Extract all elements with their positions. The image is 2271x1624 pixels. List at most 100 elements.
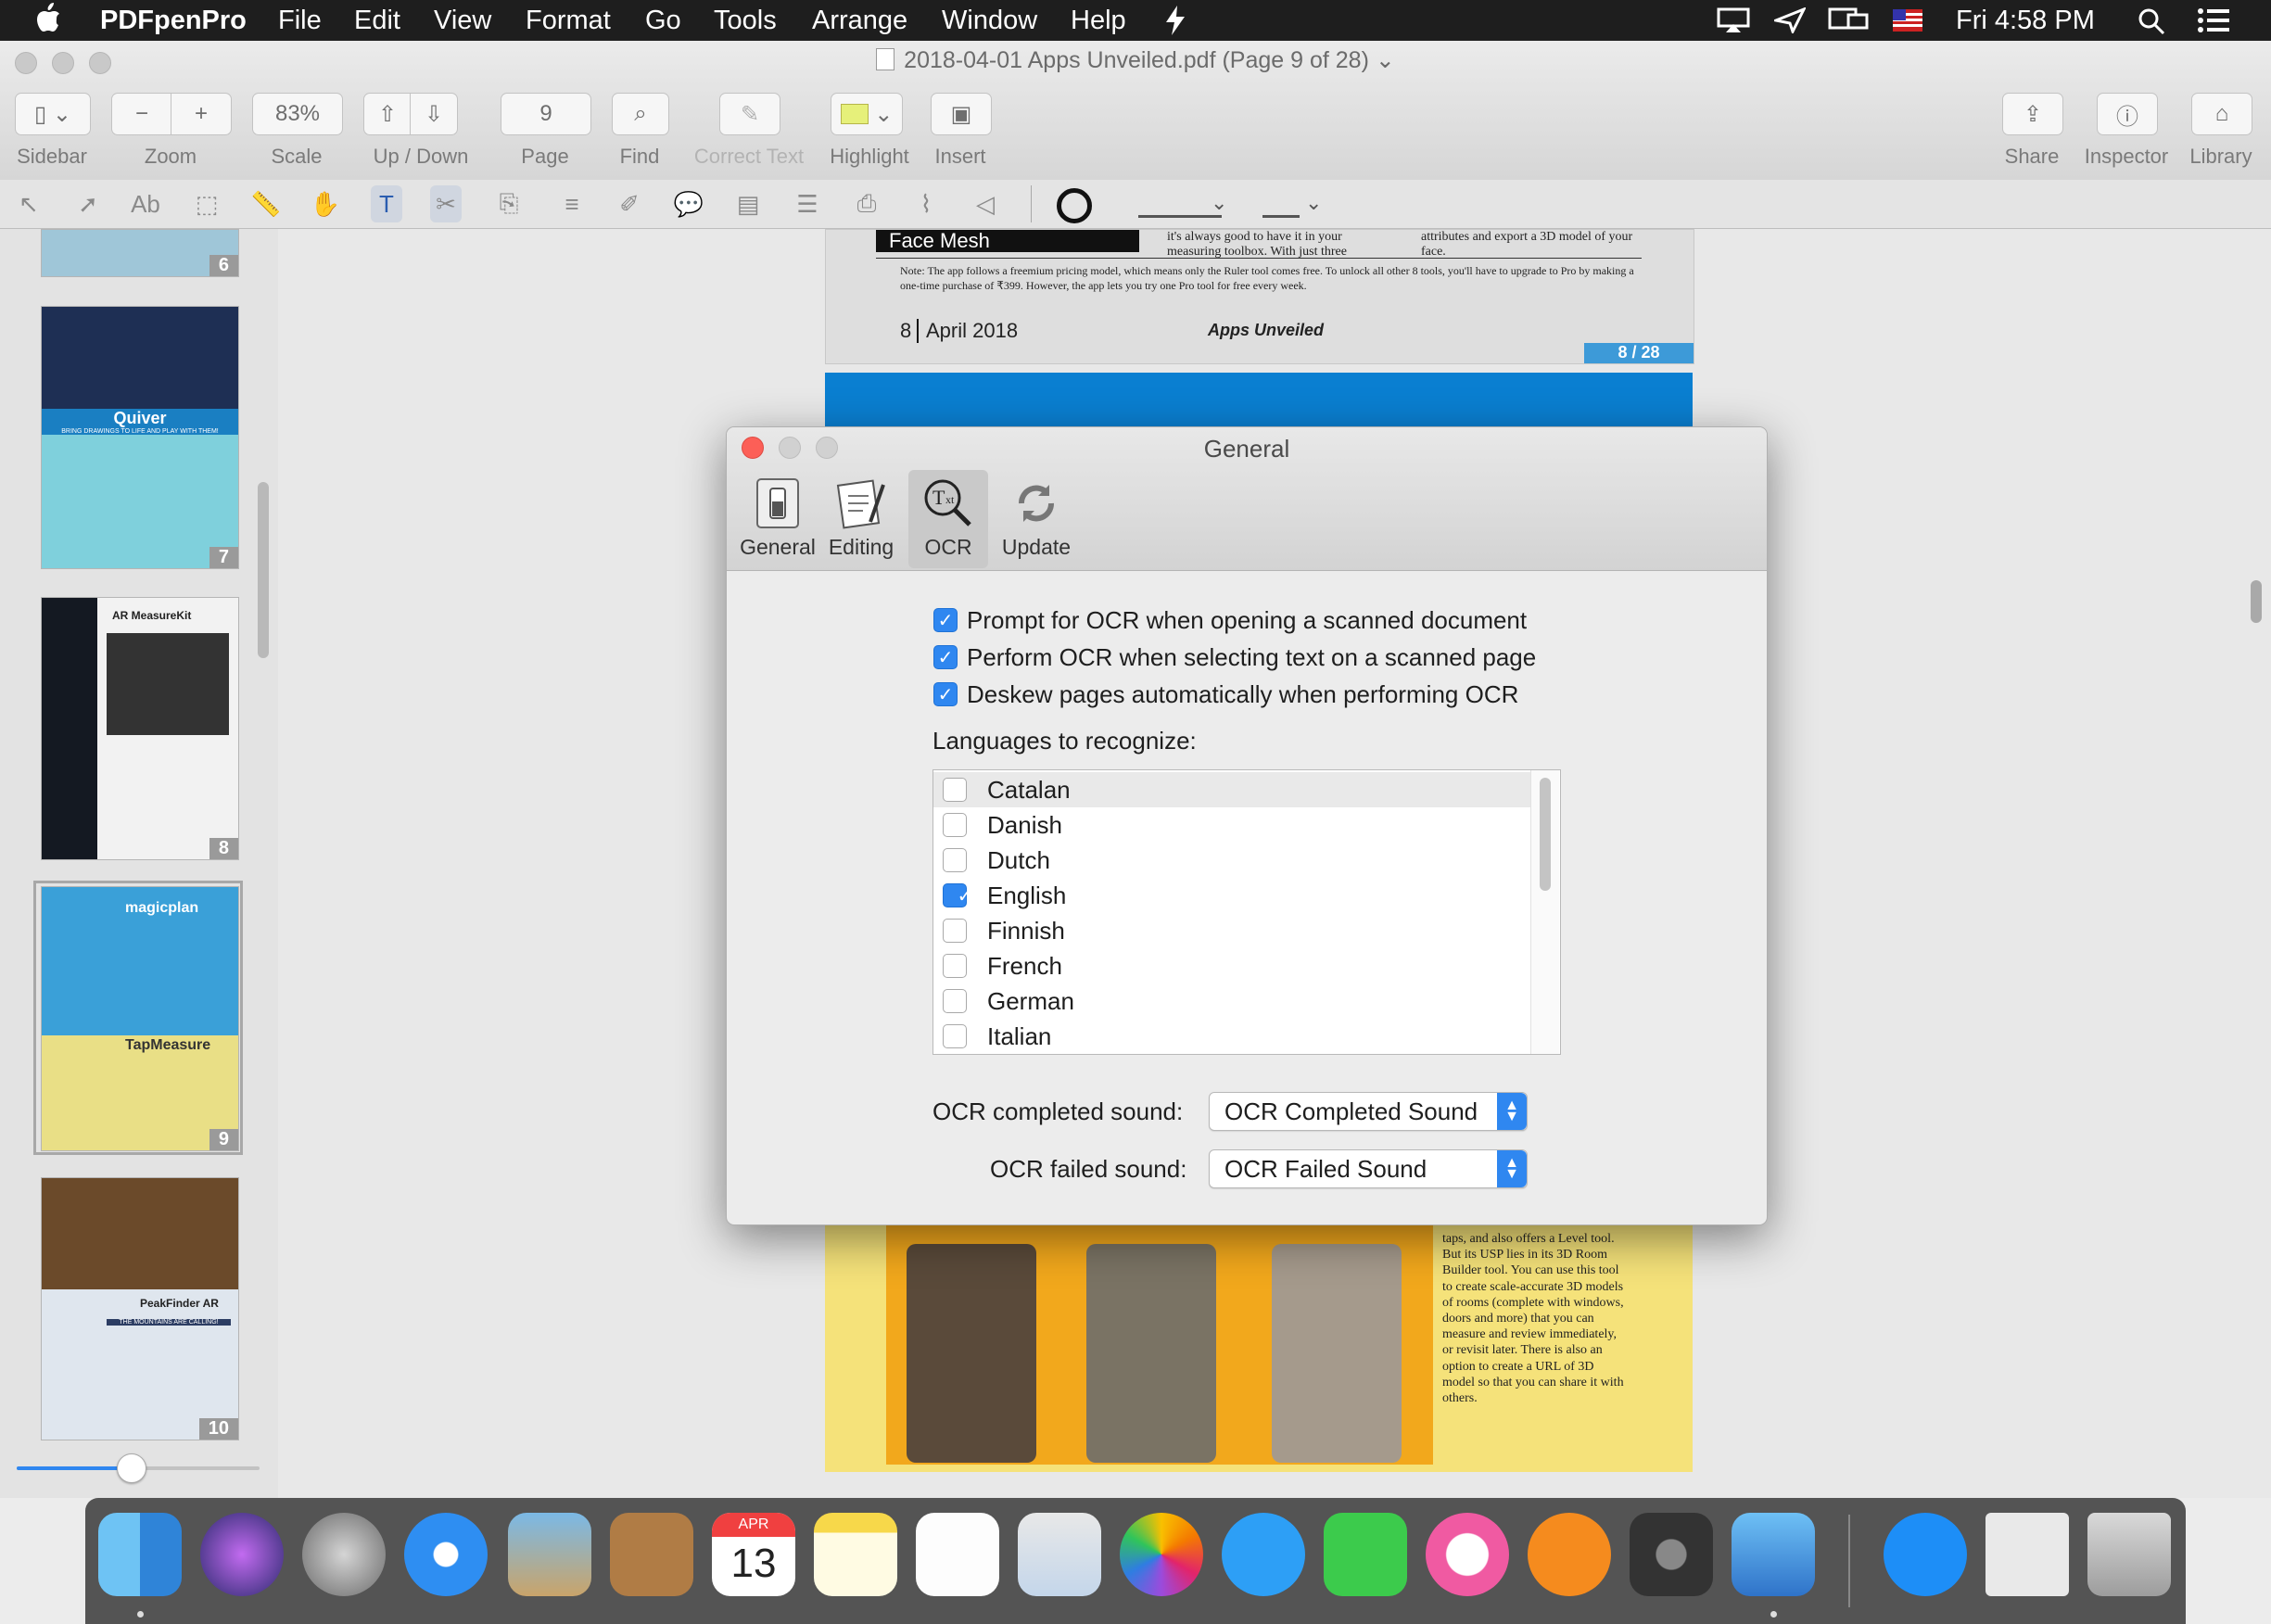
menu-tools[interactable]: Tools xyxy=(714,4,777,37)
system-preferences-icon[interactable] xyxy=(1630,1513,1713,1596)
insert-button[interactable]: ▣ xyxy=(931,93,992,135)
perform-ocr-checkbox[interactable]: ✓ xyxy=(933,645,958,669)
language-checkbox[interactable] xyxy=(943,989,967,1013)
app-menu[interactable]: PDFpenPro xyxy=(100,4,247,37)
list-item[interactable]: ✓ English xyxy=(933,878,1530,913)
sidebar-scrollbar[interactable] xyxy=(258,482,269,658)
list-item[interactable]: Italian xyxy=(933,1019,1530,1054)
line-width-control[interactable] xyxy=(1138,195,1222,218)
language-checkbox[interactable] xyxy=(943,1024,967,1048)
library-button[interactable]: ⌂ xyxy=(2191,93,2252,135)
text-select-tool-icon[interactable]: Ab xyxy=(130,185,161,222)
deskew-label[interactable]: Deskew pages automatically when performi… xyxy=(967,680,1518,709)
spotlight-search-icon[interactable] xyxy=(2138,7,2165,35)
sound-tool-icon[interactable]: ◁ xyxy=(970,185,1001,222)
pen-tool-icon[interactable]: ✐ xyxy=(614,185,645,222)
find-button[interactable]: ⌕ xyxy=(612,93,669,135)
text-box-tool-icon[interactable]: ≡ xyxy=(556,185,588,222)
list-tool-icon[interactable]: ☰ xyxy=(792,185,823,222)
list-item[interactable]: German xyxy=(933,983,1530,1019)
finder-icon[interactable] xyxy=(98,1513,182,1596)
page-thumbnail[interactable]: magicplan TapMeasure 9 xyxy=(41,886,239,1151)
trash-icon[interactable] xyxy=(2087,1513,2171,1596)
inspector-button[interactable]: ⓘ xyxy=(2097,93,2158,135)
attachment-tool-icon[interactable]: ⌇ xyxy=(910,185,942,222)
sidebar-toggle-button[interactable]: ▯ ⌄ xyxy=(15,93,91,135)
tab-general[interactable]: General xyxy=(736,470,819,568)
safari-icon[interactable] xyxy=(404,1513,488,1596)
us-flag-icon[interactable] xyxy=(1893,9,1922,32)
completed-sound-popup[interactable]: OCR Completed Sound ▲ ▼ xyxy=(1209,1092,1528,1131)
page-up-button[interactable]: ⇧ xyxy=(363,93,412,135)
language-checkbox[interactable]: ✓ xyxy=(943,883,972,907)
menu-file[interactable]: File xyxy=(278,4,322,37)
scale-field[interactable]: 83% xyxy=(252,93,343,135)
menu-go[interactable]: Go xyxy=(645,4,681,37)
signature-tool-icon[interactable]: ⎙ xyxy=(851,185,882,222)
language-checkbox[interactable] xyxy=(943,954,967,978)
page-down-button[interactable]: ⇩ xyxy=(410,93,458,135)
language-checkbox[interactable] xyxy=(943,778,967,802)
hand-tool-icon[interactable]: ✋ xyxy=(310,185,341,222)
comment-tool-icon[interactable]: 💬 xyxy=(673,185,704,222)
deskew-checkbox[interactable]: ✓ xyxy=(933,682,958,706)
perform-ocr-label[interactable]: Perform OCR when selecting text on a sca… xyxy=(967,643,1536,672)
list-item[interactable]: Dutch xyxy=(933,843,1530,878)
language-checkbox[interactable] xyxy=(943,848,967,872)
page-thumbnail[interactable]: Quiver BRING DRAWINGS TO LIFE AND PLAY W… xyxy=(41,306,239,569)
page-thumbnail[interactable]: AR MeasureKit 8 xyxy=(41,597,239,860)
menu-edit[interactable]: Edit xyxy=(354,4,400,37)
reminders-icon[interactable] xyxy=(916,1513,999,1596)
list-item[interactable]: Finnish xyxy=(933,913,1530,948)
language-checkbox[interactable] xyxy=(943,919,967,943)
itunes-icon[interactable] xyxy=(1426,1513,1509,1596)
notification-center-icon[interactable] xyxy=(2197,7,2230,33)
script-icon[interactable] xyxy=(1164,6,1186,35)
calendar-icon[interactable]: APR 13 xyxy=(712,1513,795,1596)
prompt-ocr-checkbox[interactable]: ✓ xyxy=(933,608,958,632)
list-item[interactable]: Catalan xyxy=(933,772,1530,807)
window-title[interactable]: 2018-04-01 Apps Unveiled.pdf (Page 9 of … xyxy=(0,46,2271,74)
location-icon[interactable] xyxy=(1774,7,1806,33)
languages-list[interactable]: Catalan Danish Dutch ✓ English Finnish Fr… xyxy=(933,769,1561,1055)
select-tool-icon[interactable]: ↖ xyxy=(13,185,44,222)
apple-icon[interactable] xyxy=(35,2,61,33)
slider-knob[interactable] xyxy=(117,1453,146,1483)
line-style-control[interactable] xyxy=(1262,195,1300,218)
ruler-tool-icon[interactable]: 📏 xyxy=(250,185,282,222)
menu-help[interactable]: Help xyxy=(1071,4,1126,37)
maps-icon[interactable] xyxy=(1018,1513,1101,1596)
list-scrollbar-thumb[interactable] xyxy=(1540,778,1551,891)
highlight-button[interactable]: ⌄ xyxy=(831,93,903,135)
pdf-page-9[interactable]: taps, and also offers a Level tool. But … xyxy=(825,1222,1693,1472)
list-scrollbar-track[interactable] xyxy=(1530,770,1559,1054)
correct-text-button[interactable]: ✎ xyxy=(719,93,780,135)
menu-window[interactable]: Window xyxy=(942,4,1037,37)
form-field-tool-icon[interactable]: ▤ xyxy=(732,185,764,222)
photos-icon[interactable] xyxy=(1120,1513,1203,1596)
menu-view[interactable]: View xyxy=(434,4,491,37)
launchpad-icon[interactable] xyxy=(302,1513,386,1596)
menubar-clock[interactable]: Fri 4:58 PM xyxy=(1956,4,2095,37)
zoom-in-button[interactable]: + xyxy=(171,93,232,135)
prompt-ocr-label[interactable]: Prompt for OCR when opening a scanned do… xyxy=(967,606,1527,635)
document-scrollbar[interactable] xyxy=(2251,580,2262,623)
tab-update[interactable]: Update xyxy=(990,470,1083,568)
language-checkbox[interactable] xyxy=(943,813,967,837)
notes-icon[interactable] xyxy=(814,1513,897,1596)
facetime-icon[interactable] xyxy=(1324,1513,1407,1596)
tab-ocr[interactable]: Txt OCR xyxy=(908,470,988,568)
scribble-tool-icon[interactable]: ✂ xyxy=(430,185,462,222)
page-thumbnail[interactable]: PeakFinder AR THE MOUNTAINS ARE CALLING!… xyxy=(41,1177,239,1440)
marquee-tool-icon[interactable]: ⬚ xyxy=(191,185,222,222)
text-tool-icon[interactable]: T xyxy=(371,185,402,222)
tab-editing[interactable]: Editing xyxy=(819,470,903,568)
menu-format[interactable]: Format xyxy=(526,4,611,37)
menu-arrange[interactable]: Arrange xyxy=(812,4,907,37)
screen-mirror-icon[interactable] xyxy=(1828,7,1869,33)
airplay-display-icon[interactable] xyxy=(1717,7,1750,33)
failed-sound-popup[interactable]: OCR Failed Sound ▲ ▼ xyxy=(1209,1149,1528,1188)
siri-icon[interactable] xyxy=(200,1513,284,1596)
pdfpenpro-icon[interactable] xyxy=(1732,1513,1815,1596)
ibooks-icon[interactable] xyxy=(1528,1513,1611,1596)
